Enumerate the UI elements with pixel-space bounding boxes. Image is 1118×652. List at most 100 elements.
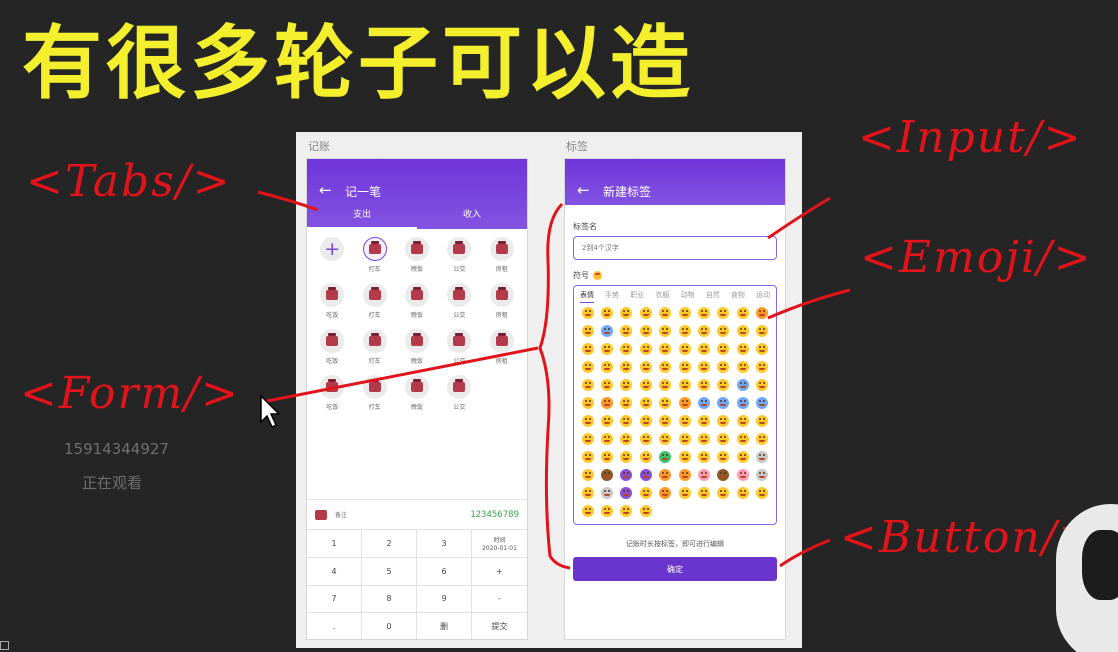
- emoji-icon[interactable]: [581, 469, 594, 481]
- keypad-key[interactable]: 9: [417, 585, 472, 614]
- emoji-icon[interactable]: [639, 397, 652, 409]
- emoji-icon[interactable]: [659, 307, 672, 319]
- emoji-icon[interactable]: [698, 343, 711, 355]
- emoji-icon[interactable]: [620, 433, 633, 445]
- emoji-icon[interactable]: [581, 415, 594, 427]
- emoji-icon[interactable]: [698, 469, 711, 481]
- back-arrow-icon[interactable]: ←: [319, 181, 332, 199]
- emoji-icon[interactable]: [717, 433, 730, 445]
- tab-expense[interactable]: 支出: [307, 203, 417, 229]
- emoji-tab[interactable]: 手势: [605, 290, 619, 303]
- keypad-key[interactable]: 8: [362, 585, 417, 614]
- emoji-icon[interactable]: [601, 505, 614, 517]
- back-arrow-icon[interactable]: ←: [577, 181, 590, 199]
- emoji-icon[interactable]: [659, 343, 672, 355]
- category-item[interactable]: 公交: [438, 375, 480, 413]
- keypad-key[interactable]: 7: [307, 585, 362, 614]
- emoji-icon[interactable]: [756, 433, 769, 445]
- emoji-icon[interactable]: [756, 307, 769, 319]
- emoji-icon[interactable]: [659, 451, 672, 463]
- emoji-icon[interactable]: [639, 451, 652, 463]
- emoji-icon[interactable]: [659, 325, 672, 337]
- emoji-icon[interactable]: [581, 343, 594, 355]
- emoji-icon[interactable]: [756, 415, 769, 427]
- emoji-icon[interactable]: [620, 307, 633, 319]
- emoji-icon[interactable]: [678, 487, 691, 499]
- category-item[interactable]: 打车: [353, 237, 395, 275]
- emoji-icon[interactable]: [717, 325, 730, 337]
- emoji-icon[interactable]: [736, 325, 749, 337]
- emoji-icon[interactable]: [601, 451, 614, 463]
- emoji-icon[interactable]: [736, 307, 749, 319]
- emoji-icon[interactable]: [620, 361, 633, 373]
- emoji-icon[interactable]: [639, 343, 652, 355]
- keypad-key[interactable]: 删: [417, 613, 472, 639]
- emoji-icon[interactable]: [736, 343, 749, 355]
- emoji-icon[interactable]: [601, 433, 614, 445]
- emoji-icon[interactable]: [659, 415, 672, 427]
- keypad-key[interactable]: 4: [307, 557, 362, 586]
- emoji-icon[interactable]: [601, 325, 614, 337]
- emoji-icon[interactable]: [639, 469, 652, 481]
- emoji-icon[interactable]: [698, 451, 711, 463]
- category-item[interactable]: 晚饭: [396, 375, 438, 413]
- emoji-icon[interactable]: [581, 379, 594, 391]
- emoji-icon[interactable]: [659, 433, 672, 445]
- category-item[interactable]: 公交: [438, 283, 480, 321]
- emoji-icon[interactable]: [620, 343, 633, 355]
- emoji-icon[interactable]: [659, 487, 672, 499]
- emoji-icon[interactable]: [756, 361, 769, 373]
- emoji-icon[interactable]: [581, 397, 594, 409]
- emoji-icon[interactable]: [736, 397, 749, 409]
- emoji-icon[interactable]: [717, 469, 730, 481]
- emoji-icon[interactable]: [639, 307, 652, 319]
- emoji-icon[interactable]: [756, 469, 769, 481]
- emoji-icon[interactable]: [698, 433, 711, 445]
- keypad-key[interactable]: 2: [362, 530, 417, 558]
- tab-income[interactable]: 收入: [417, 203, 527, 229]
- emoji-icon[interactable]: [620, 487, 633, 499]
- emoji-icon[interactable]: [601, 487, 614, 499]
- emoji-icon[interactable]: [736, 487, 749, 499]
- date-key[interactable]: 时间 2020-01-01: [472, 530, 527, 558]
- keypad-key[interactable]: 提交: [472, 613, 527, 639]
- emoji-icon[interactable]: [698, 379, 711, 391]
- emoji-icon[interactable]: [678, 379, 691, 391]
- emoji-icon[interactable]: [639, 415, 652, 427]
- keypad-key[interactable]: 1: [307, 530, 362, 558]
- emoji-icon[interactable]: [601, 343, 614, 355]
- emoji-icon[interactable]: [717, 487, 730, 499]
- category-item[interactable]: 公交: [438, 237, 480, 275]
- emoji-icon[interactable]: [639, 361, 652, 373]
- emoji-icon[interactable]: [639, 379, 652, 391]
- emoji-icon[interactable]: [601, 469, 614, 481]
- emoji-icon[interactable]: [678, 361, 691, 373]
- emoji-icon[interactable]: [620, 379, 633, 391]
- emoji-icon[interactable]: [601, 379, 614, 391]
- emoji-icon[interactable]: [717, 451, 730, 463]
- emoji-icon[interactable]: [756, 379, 769, 391]
- emoji-icon[interactable]: [639, 433, 652, 445]
- emoji-icon[interactable]: [756, 397, 769, 409]
- keypad-key[interactable]: 0: [362, 613, 417, 639]
- emoji-icon[interactable]: [717, 343, 730, 355]
- keypad-key[interactable]: 3: [417, 530, 472, 558]
- keypad-key[interactable]: 6: [417, 557, 472, 586]
- emoji-icon[interactable]: [639, 325, 652, 337]
- category-item[interactable]: 房租: [481, 329, 523, 367]
- emoji-tab[interactable]: 动物: [681, 290, 695, 303]
- emoji-icon[interactable]: [581, 307, 594, 319]
- category-item[interactable]: 打车: [353, 283, 395, 321]
- emoji-icon[interactable]: [639, 505, 652, 517]
- emoji-icon[interactable]: [620, 415, 633, 427]
- tag-name-input[interactable]: [573, 236, 777, 260]
- emoji-icon[interactable]: [736, 433, 749, 445]
- emoji-icon[interactable]: [698, 361, 711, 373]
- emoji-icon[interactable]: [736, 361, 749, 373]
- category-item[interactable]: 吃饭: [311, 329, 353, 367]
- emoji-icon[interactable]: [581, 433, 594, 445]
- emoji-icon[interactable]: [581, 451, 594, 463]
- emoji-icon[interactable]: [756, 487, 769, 499]
- emoji-icon[interactable]: [601, 307, 614, 319]
- emoji-icon[interactable]: [736, 469, 749, 481]
